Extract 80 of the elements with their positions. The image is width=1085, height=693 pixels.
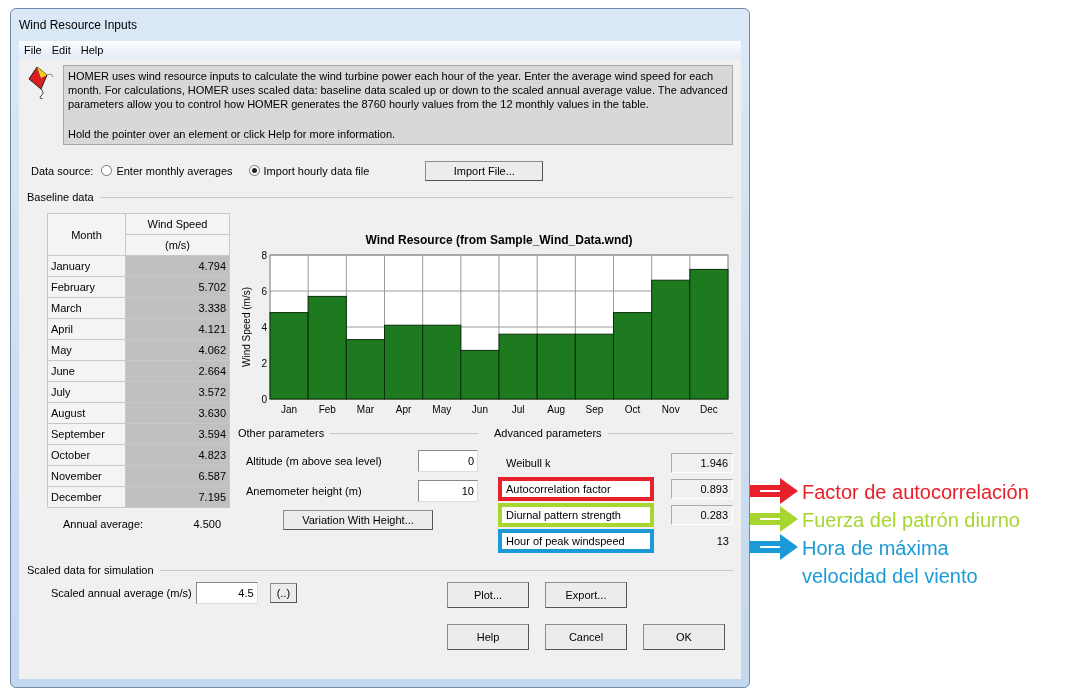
table-cell: May [47, 339, 126, 361]
bar [574, 334, 614, 400]
value-field: 1.946 [671, 452, 733, 473]
ellipsis-button[interactable]: (..) [269, 583, 298, 604]
tick-label: Mar [356, 404, 375, 416]
radio-option[interactable]: Import hourly data file [248, 162, 370, 180]
dialog-button[interactable]: Export... [545, 582, 627, 609]
annotation-text: Factor de autocorrelación [802, 480, 1029, 505]
unit-label: (m/s) [125, 234, 230, 256]
tick-label: Feb [318, 404, 336, 416]
tick-label: Sep [585, 404, 604, 416]
tick-label: Jun [471, 404, 488, 416]
data-source-label: Data source: [31, 163, 94, 179]
field-label: Scaled annual average (m/s) [51, 586, 192, 602]
table-cell: August [47, 402, 126, 424]
menu-item[interactable]: File [19, 41, 47, 59]
table-cell: July [47, 381, 126, 403]
section-title: Scaled data for simulation [27, 562, 154, 578]
table-cell: November [47, 465, 126, 487]
tick-label: Jan [281, 404, 298, 416]
section-title: Other parameters [238, 426, 325, 442]
tick-label: Oct [624, 404, 641, 416]
input-field[interactable]: 0 [418, 449, 478, 472]
parameter-label: Weibull k [505, 455, 552, 471]
dialog-button[interactable]: Plot... [447, 582, 529, 609]
bar [498, 334, 538, 400]
kite-icon [27, 64, 55, 99]
description-text: HOMER uses wind resource inputs to calculate the wind turbine power each hour of the year. Enter the average wind speed for each month. For calculations, HOMER uses scaled data: baseline data scaled up or down to the scaled annual average value. The advanced parameters allow you to control how HOMER generates the 8760 hourly values from the 12 monthly values in the table. [68, 68, 728, 111]
dialog-button[interactable]: Cancel [545, 624, 627, 651]
table-cell: December [47, 486, 126, 508]
chart-title: Wind Resource (from Sample_Wind_Data.wnd) [365, 233, 633, 248]
dialog-button[interactable]: Help [447, 624, 529, 651]
description-text: Hold the pointer over an element or click Help for more information. [68, 126, 397, 141]
field-label: Altitude (m above sea level) [246, 453, 382, 469]
highlighted-label: Autocorrelation factor [498, 476, 654, 501]
tick-label: 0 [261, 394, 267, 406]
window-title: Wind Resource Inputs [19, 16, 138, 34]
table-cell: March [47, 297, 126, 319]
bar [536, 334, 576, 400]
table-cell: February [47, 276, 126, 298]
column-header: Wind Speed [125, 213, 230, 235]
tick-label: Dec [700, 404, 718, 416]
tick-label: Apr [395, 404, 412, 416]
input-field[interactable]: 4.5 [195, 582, 258, 605]
value-field: 0.283 [671, 504, 733, 525]
tick-label: Nov [661, 404, 680, 416]
menu-item[interactable]: Edit [46, 41, 76, 59]
tick-label: 6 [261, 286, 267, 298]
variation-with-height-button[interactable]: Variation With Height... [283, 509, 433, 530]
column-header: Month [47, 213, 126, 256]
table-cell: January [47, 255, 126, 277]
annual-average-value: 4.500 [193, 517, 221, 533]
axis-title: Wind Speed (m/s) [241, 287, 252, 368]
section-title: Baseline data [27, 189, 94, 205]
tick-label: Jul [511, 404, 525, 416]
tick-label: 4 [261, 322, 267, 334]
input-field[interactable]: 10 [418, 479, 478, 502]
tick-label: 8 [261, 250, 267, 262]
annual-average-label: Annual average: [63, 517, 144, 533]
tick-label: 2 [261, 358, 267, 370]
radio-option[interactable]: Enter monthly averages [101, 162, 233, 180]
table-cell: April [47, 318, 126, 340]
radio-button[interactable] [248, 165, 260, 177]
table-cell: June [47, 360, 126, 382]
field-label: Anemometer height (m) [246, 483, 362, 499]
value-field: 0.893 [671, 478, 733, 499]
highlighted-label: Diurnal pattern strength [498, 502, 654, 527]
table-cell: September [47, 423, 126, 445]
table-cell: October [47, 444, 126, 466]
highlighted-label: Hour of peak windspeed [498, 528, 654, 553]
value-text: 13 [715, 533, 730, 549]
annotation-text: Fuerza del patrón diurno [802, 508, 1020, 533]
tick-label: Aug [547, 404, 566, 416]
tick-label: May [432, 404, 452, 416]
import-file-button[interactable]: Import File... [425, 160, 544, 181]
annotation-text: Hora de máxima velocidad del viento [802, 536, 978, 589]
section-title: Advanced parameters [494, 426, 602, 442]
radio-button[interactable] [101, 165, 113, 177]
dialog-button[interactable]: OK [643, 624, 725, 651]
menu-item[interactable]: Help [75, 41, 109, 59]
